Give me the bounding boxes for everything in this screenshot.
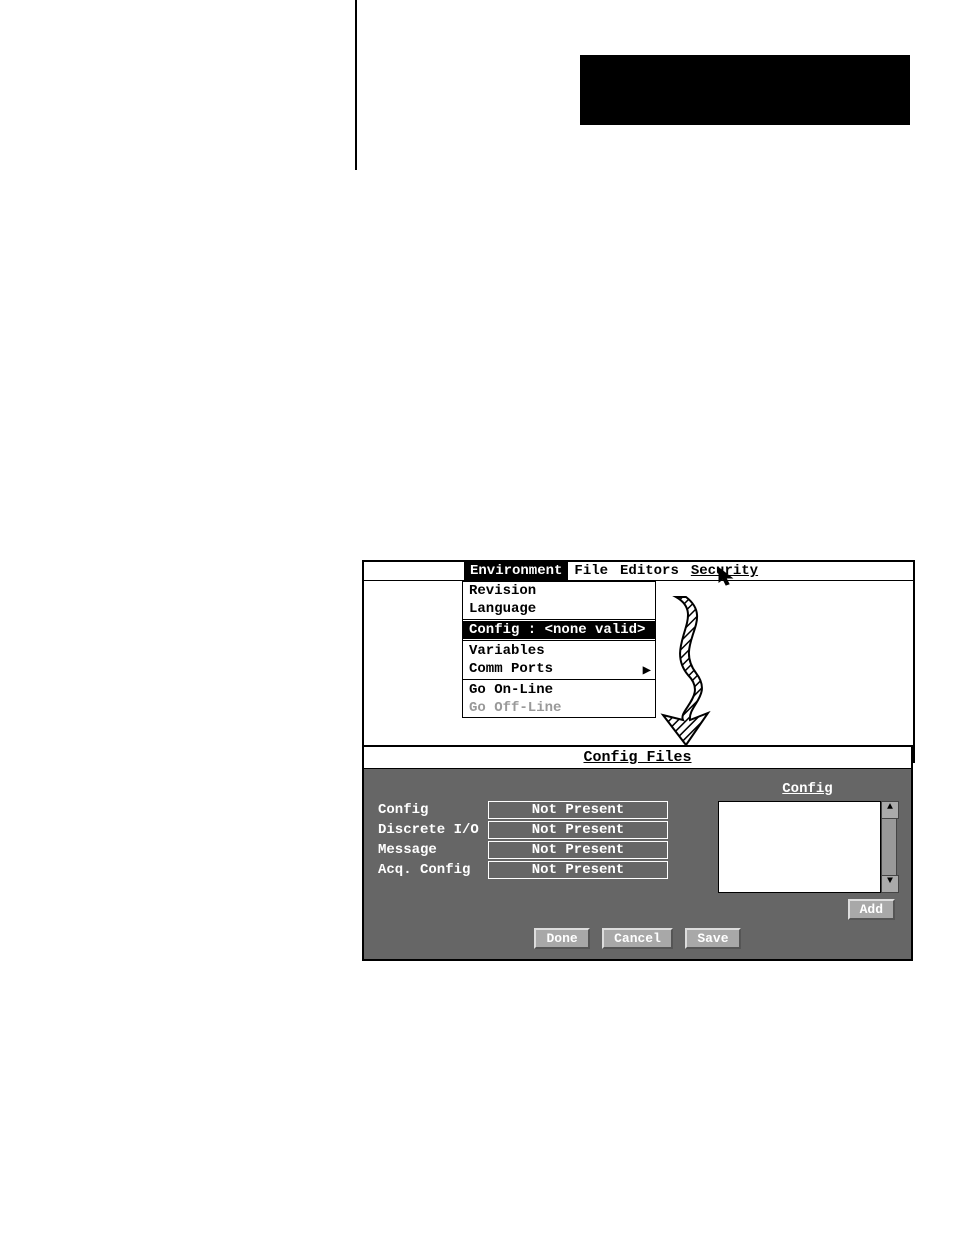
config-files-dialog: Config Files Config Not Present Discrete…	[362, 745, 913, 961]
menu-security[interactable]: Security	[685, 562, 764, 580]
dialog-body: Config Not Present Discrete I/O Not Pres…	[364, 769, 911, 959]
menu-editors[interactable]: Editors	[614, 562, 685, 580]
dropdown-comm-ports[interactable]: Comm Ports ▶	[463, 660, 655, 678]
discrete-io-status: Not Present	[488, 821, 668, 839]
environment-dropdown: Revision Language Config : <none valid> …	[462, 581, 656, 718]
done-button[interactable]: Done	[534, 928, 589, 949]
dropdown-separator	[463, 619, 655, 620]
acq-config-label: Acq. Config	[378, 862, 488, 878]
dropdown-config[interactable]: Config : <none valid>	[463, 621, 655, 639]
app-window: Environment File Editors Security Revisi…	[362, 560, 915, 763]
scroll-up-icon[interactable]: ▲	[881, 801, 899, 819]
dialog-title: Config Files	[364, 747, 911, 769]
message-label: Message	[378, 842, 488, 858]
menu-environment[interactable]: Environment	[464, 562, 568, 580]
scrollbar: ▲ ▼	[881, 801, 897, 893]
dropdown-separator	[463, 640, 655, 641]
message-status: Not Present	[488, 841, 668, 859]
dropdown-go-offline: Go Off-Line	[463, 699, 655, 717]
vertical-divider	[355, 0, 357, 170]
dropdown-go-online[interactable]: Go On-Line	[463, 681, 655, 699]
scroll-track[interactable]	[881, 819, 897, 875]
save-button[interactable]: Save	[685, 928, 740, 949]
black-box	[580, 55, 910, 125]
acq-config-status: Not Present	[488, 861, 668, 879]
config-label: Config	[378, 802, 488, 818]
config-status: Not Present	[488, 801, 668, 819]
config-list-header: Config	[718, 781, 897, 797]
scroll-down-icon[interactable]: ▼	[881, 875, 899, 893]
add-button[interactable]: Add	[848, 899, 895, 920]
dropdown-revision[interactable]: Revision	[463, 582, 655, 600]
menu-file[interactable]: File	[568, 562, 614, 580]
dropdown-language[interactable]: Language	[463, 600, 655, 618]
config-listbox[interactable]	[718, 801, 881, 893]
discrete-io-label: Discrete I/O	[378, 822, 488, 838]
dropdown-variables[interactable]: Variables	[463, 642, 655, 660]
status-column: Config Not Present Discrete I/O Not Pres…	[378, 781, 708, 881]
dropdown-comm-ports-label: Comm Ports	[469, 661, 553, 677]
cancel-button[interactable]: Cancel	[602, 928, 673, 949]
submenu-arrow-icon: ▶	[643, 662, 651, 680]
dropdown-separator	[463, 679, 655, 680]
menubar: Environment File Editors Security	[364, 562, 913, 581]
